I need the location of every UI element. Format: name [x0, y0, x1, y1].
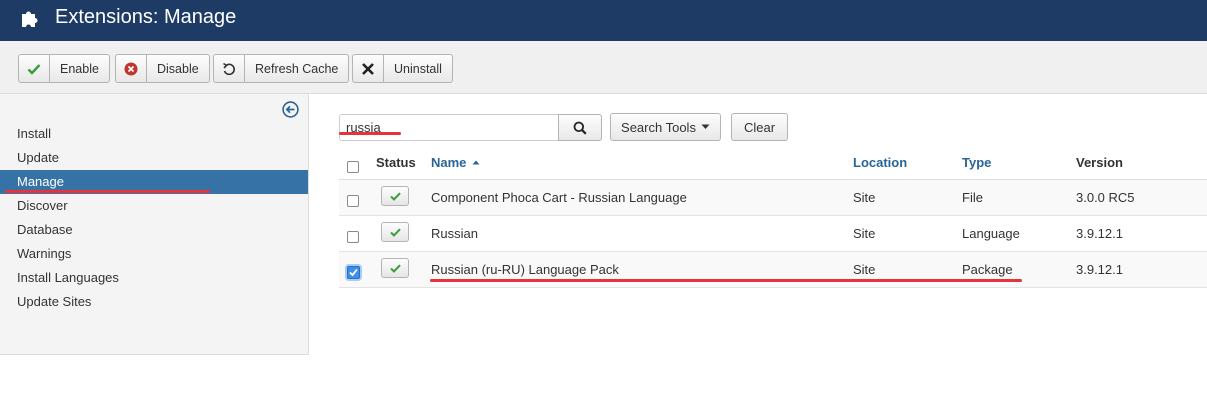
check-icon	[19, 55, 50, 82]
extension-location: Site	[853, 190, 876, 205]
sidebar-item-database[interactable]: Database	[0, 218, 308, 242]
clear-button[interactable]: Clear	[731, 113, 788, 141]
collapse-sidebar-icon[interactable]	[282, 101, 299, 118]
sort-ascending-icon	[472, 160, 480, 165]
refresh-cache-button[interactable]: Refresh Cache	[213, 54, 350, 83]
disable-label: Disable	[157, 61, 199, 76]
extension-location: Site	[853, 262, 876, 277]
check-icon	[389, 192, 401, 201]
select-all-checkbox[interactable]	[347, 161, 359, 173]
extension-type: File	[962, 190, 983, 205]
extension-version: 3.0.0 RC5	[1076, 190, 1135, 205]
uninstall-button[interactable]: Uninstall	[352, 54, 453, 83]
extension-type: Package	[962, 262, 1013, 277]
column-header-version: Version	[1076, 155, 1123, 170]
sidebar: Install Update Manage Discover Database …	[0, 94, 309, 355]
sidebar-item-warnings[interactable]: Warnings	[0, 242, 308, 266]
sidebar-nav: Install Update Manage Discover Database …	[0, 122, 308, 314]
toolbar: Enable Disable Refresh Cache Uninstall	[0, 41, 1207, 94]
sidebar-item-discover[interactable]: Discover	[0, 194, 308, 218]
column-header-location[interactable]: Location	[853, 155, 907, 170]
extension-name: Russian (ru-RU) Language Pack	[431, 262, 619, 277]
extension-name: Russian	[431, 226, 478, 241]
uninstall-label: Uninstall	[394, 61, 442, 76]
status-toggle-button[interactable]	[381, 258, 409, 278]
search-tools-button[interactable]: Search Tools	[610, 113, 721, 141]
search-icon	[573, 121, 587, 135]
extension-name: Component Phoca Cart - Russian Language	[431, 190, 687, 205]
sidebar-item-update-sites[interactable]: Update Sites	[0, 290, 308, 314]
check-icon	[389, 228, 401, 237]
enable-label: Enable	[60, 61, 99, 76]
disable-icon	[116, 55, 147, 82]
caret-down-icon	[701, 124, 710, 129]
refresh-icon	[214, 55, 245, 82]
page-header: Extensions: Manage	[0, 0, 1207, 41]
sidebar-item-install-languages[interactable]: Install Languages	[0, 266, 308, 290]
sidebar-item-install[interactable]: Install	[0, 122, 308, 146]
refresh-cache-label: Refresh Cache	[255, 61, 339, 76]
extension-version: 3.9.12.1	[1076, 226, 1123, 241]
sidebar-item-update[interactable]: Update	[0, 146, 308, 170]
column-header-name[interactable]: Name	[431, 155, 480, 170]
puzzle-icon	[22, 11, 38, 27]
table-row: Russian Site Language 3.9.12.1	[339, 216, 1207, 252]
table-header: Status Name Location Type Version	[339, 146, 1207, 180]
x-icon	[353, 55, 384, 82]
row-checkbox[interactable]	[347, 266, 360, 279]
check-icon	[389, 264, 401, 273]
disable-button[interactable]: Disable	[115, 54, 210, 83]
table-row: Russian (ru-RU) Language Pack Site Packa…	[339, 252, 1207, 288]
search-tools-label: Search Tools	[621, 119, 696, 135]
extension-location: Site	[853, 226, 876, 241]
annotation-underline-selected-row	[430, 279, 1022, 282]
status-toggle-button[interactable]	[381, 222, 409, 242]
table-row: Component Phoca Cart - Russian Language …	[339, 180, 1207, 216]
annotation-underline-manage	[5, 190, 210, 193]
search-button[interactable]	[558, 114, 602, 141]
enable-button[interactable]: Enable	[18, 54, 110, 83]
column-header-status[interactable]: Status	[376, 155, 416, 170]
extension-type: Language	[962, 226, 1020, 241]
search-input[interactable]	[339, 114, 559, 141]
checkmark-icon	[349, 268, 358, 277]
row-checkbox[interactable]	[347, 195, 359, 207]
column-header-name-label: Name	[431, 155, 467, 170]
status-toggle-button[interactable]	[381, 186, 409, 206]
row-checkbox[interactable]	[347, 231, 359, 243]
column-header-type[interactable]: Type	[962, 155, 991, 170]
annotation-underline-search	[339, 132, 401, 135]
page-title: Extensions: Manage	[55, 6, 237, 28]
extension-version: 3.9.12.1	[1076, 262, 1123, 277]
